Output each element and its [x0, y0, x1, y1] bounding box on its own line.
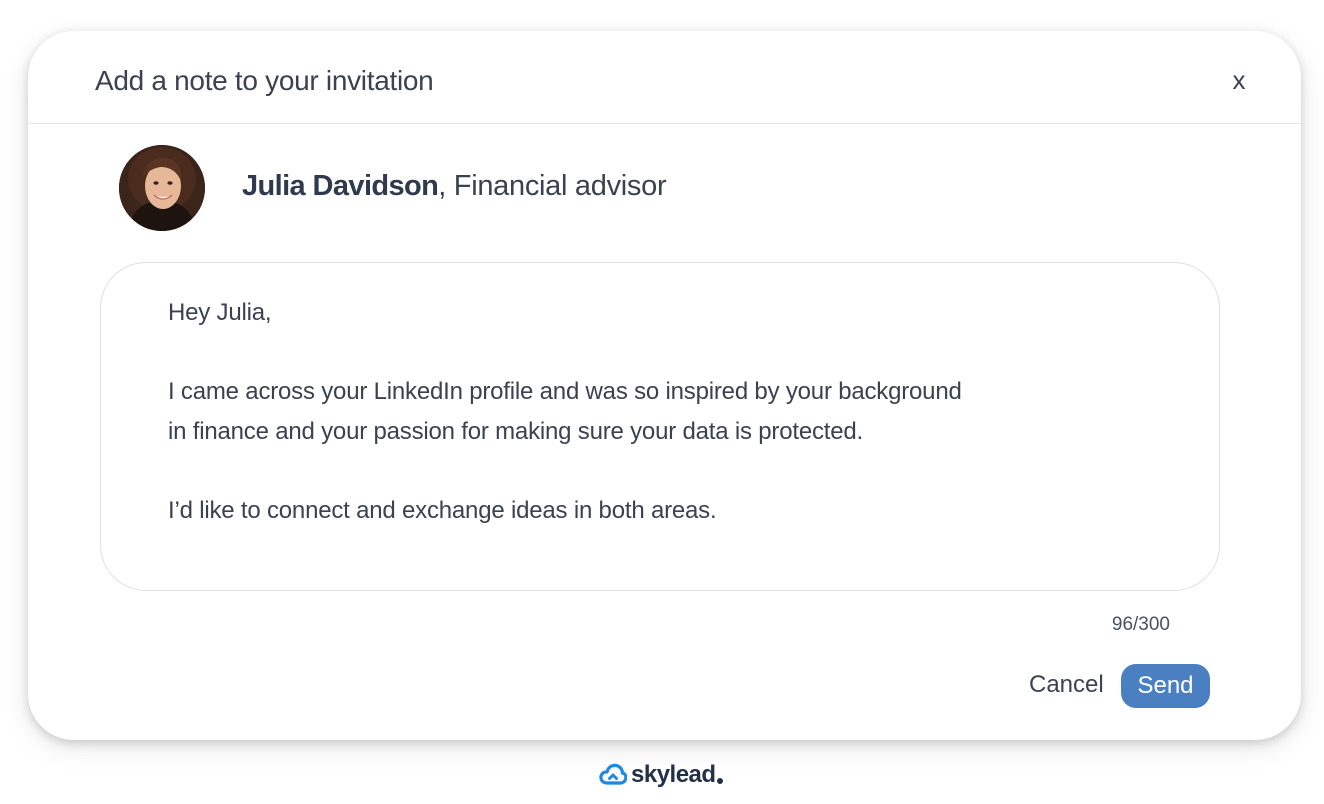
cancel-button[interactable]: Cancel: [1029, 671, 1104, 699]
profile-photo-icon: [119, 145, 205, 231]
brand-logo: skylead: [599, 761, 723, 789]
close-button[interactable]: x: [1227, 67, 1251, 93]
note-line: Hey Julia,: [168, 299, 272, 326]
recipient-separator: ,: [438, 170, 454, 202]
invitation-dialog: Add a note to your invitation x Julia Da…: [28, 31, 1301, 740]
brand-name: skylead: [631, 761, 716, 788]
note-line: [168, 333, 1168, 373]
character-counter: 96/300: [1111, 614, 1170, 635]
note-line: I came across your LinkedIn profile and …: [168, 378, 962, 406]
send-button[interactable]: Send: [1121, 664, 1210, 708]
avatar: [119, 145, 205, 231]
recipient-headline: Financial advisor: [453, 170, 667, 202]
recipient-row: Julia Davidson, Financial advisor: [119, 145, 1019, 231]
cloud-logo-icon: [599, 763, 627, 785]
note-text: Hey Julia, I came across your LinkedIn p…: [168, 293, 1168, 531]
recipient-text: Julia Davidson, Financial advisor: [242, 170, 667, 203]
page: Add a note to your invitation x Julia Da…: [0, 0, 1324, 804]
brand-dot: [716, 778, 723, 784]
note-line: [168, 451, 1168, 491]
recipient-name: Julia Davidson: [242, 170, 439, 202]
dialog-title: Add a note to your invitation: [95, 65, 434, 96]
dialog-header: Add a note to your invitation x: [28, 31, 1301, 124]
note-line: I’d like to connect and exchange ideas i…: [168, 496, 717, 524]
note-textarea[interactable]: Hey Julia, I came across your LinkedIn p…: [100, 262, 1220, 591]
note-line: in finance and your passion for making s…: [168, 417, 863, 445]
